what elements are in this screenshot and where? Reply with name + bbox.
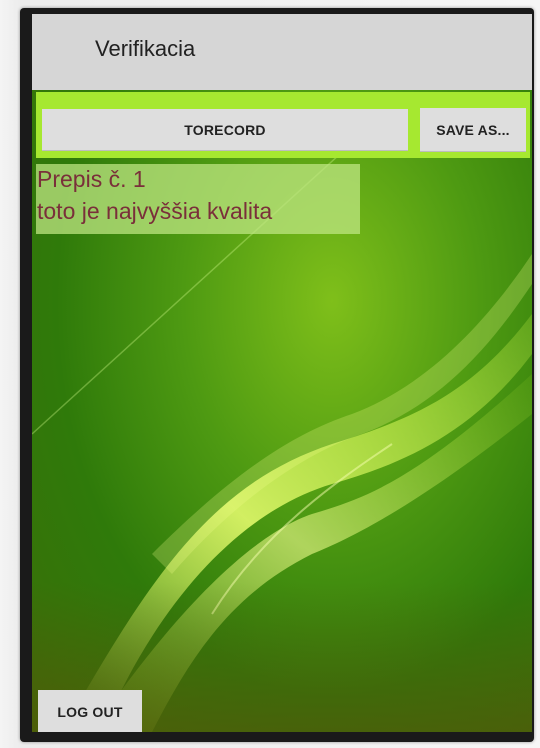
action-bar: Verifikacia: [32, 14, 532, 90]
page: Verifikacia TORECORD SAVE AS... Prepis č…: [0, 0, 540, 748]
app-title: Verifikacia: [95, 36, 196, 61]
app-screen: Verifikacia TORECORD SAVE AS... Prepis č…: [32, 14, 532, 732]
button-row: TORECORD SAVE AS...: [36, 92, 530, 158]
transcript-text: toto je najvyššia kvalita: [37, 198, 273, 224]
transcript-title: Prepis č. 1: [37, 166, 146, 192]
logout-button[interactable]: LOG OUT: [38, 690, 142, 732]
record-button[interactable]: TORECORD: [42, 109, 408, 151]
transcript-box: Prepis č. 1 toto je najvyššia kvalita: [36, 164, 360, 234]
save-as-button[interactable]: SAVE AS...: [420, 108, 526, 152]
